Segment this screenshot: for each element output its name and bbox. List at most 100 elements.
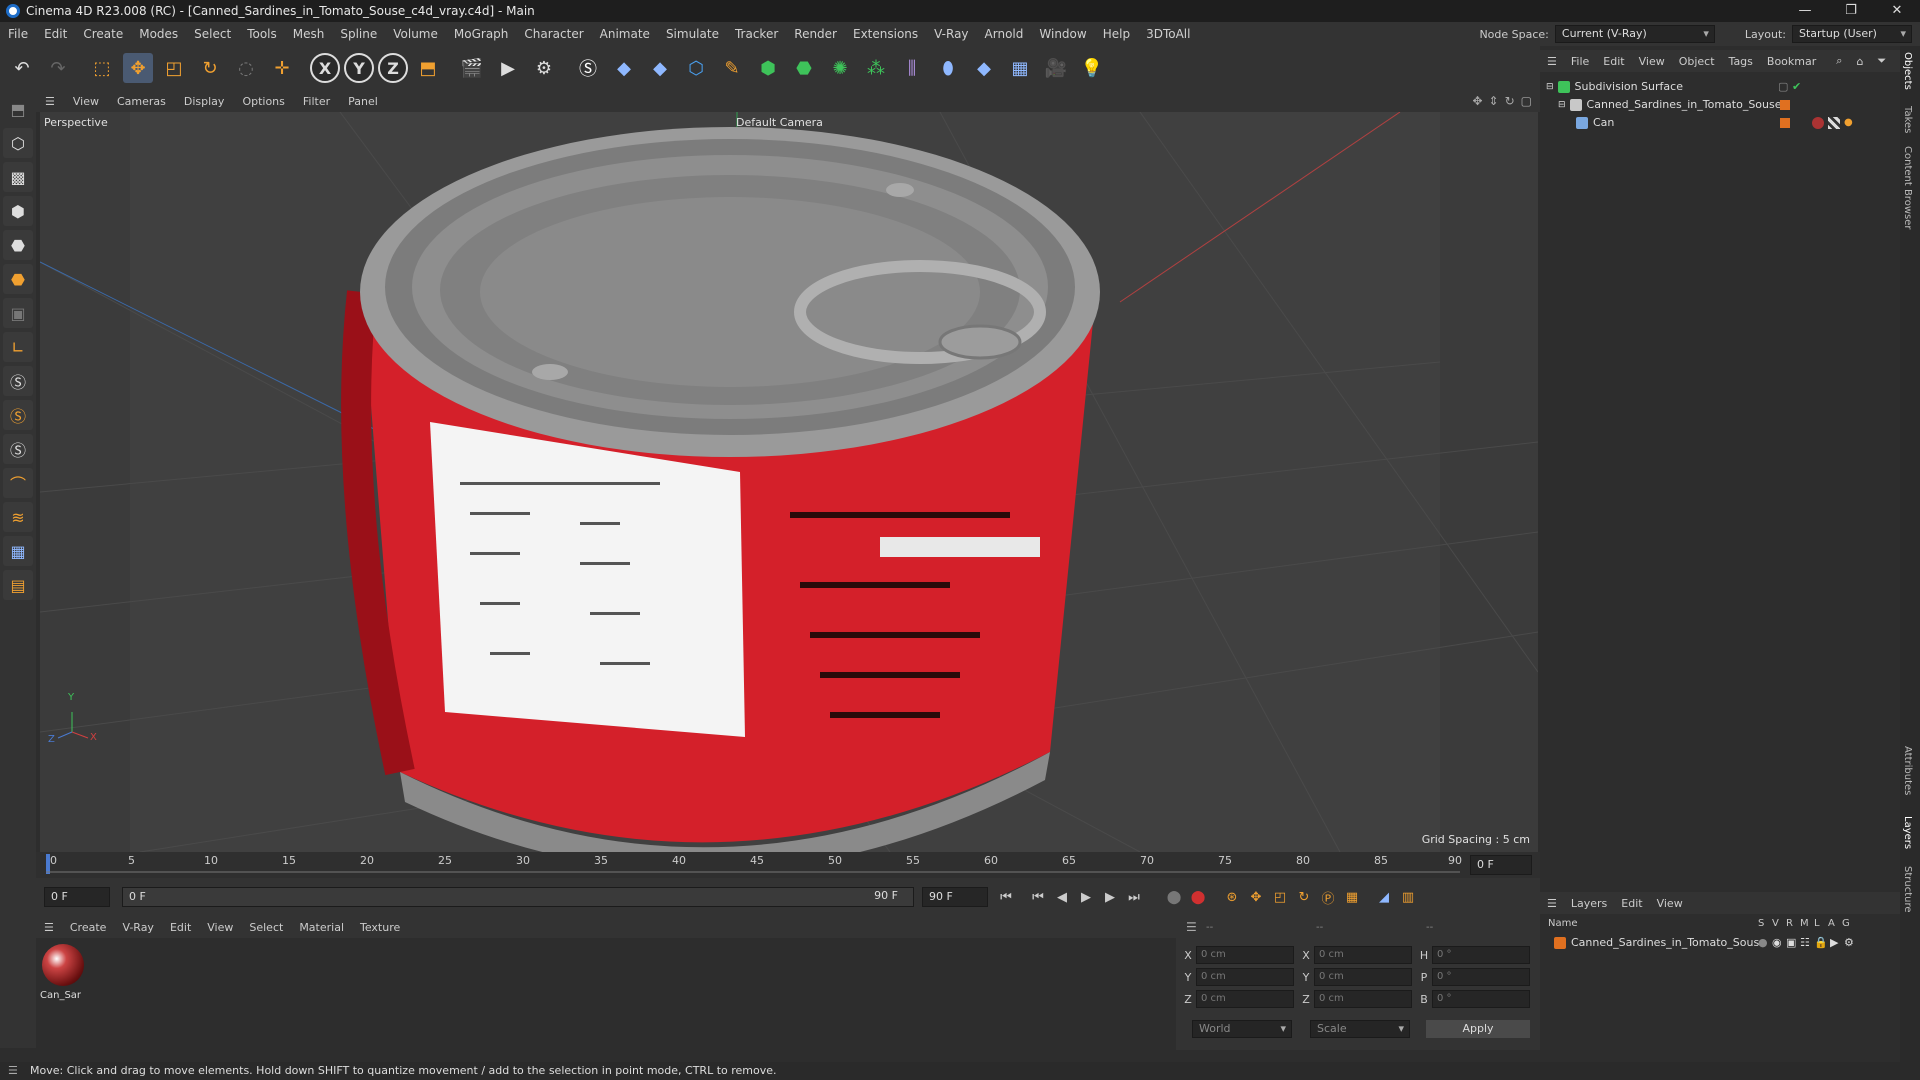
collapse-icon[interactable]: ⊟ (1558, 100, 1566, 110)
coords-hamburger-icon[interactable]: ☰ (1186, 920, 1197, 934)
material-menu-select[interactable]: Select (241, 921, 291, 934)
render-view-icon[interactable]: ▶ (493, 53, 523, 83)
object-enabled-check-icon[interactable]: ✔ (1792, 80, 1801, 93)
menu-3dtoall[interactable]: 3DToAll (1138, 27, 1198, 41)
layer-menu-view[interactable]: View (1650, 897, 1690, 910)
object-row-sardines[interactable]: ⊟ Canned_Sardines_in_Tomato_Souse (1558, 98, 1888, 111)
preview-range-slider[interactable]: 0 F (122, 887, 914, 907)
polygons-mode-icon[interactable]: ⬣ (3, 264, 33, 294)
texture-mode-icon[interactable]: ▩ (3, 162, 33, 192)
lock-workplane-icon[interactable]: ▤ (3, 570, 33, 600)
field-icon[interactable]: ⬮ (933, 53, 963, 83)
phong-tag-icon[interactable]: ● (1844, 117, 1853, 128)
texture-tag-icon[interactable] (1828, 116, 1840, 129)
menu-tools[interactable]: Tools (239, 27, 285, 41)
layer-animation-icon[interactable]: ▶ (1830, 936, 1838, 949)
menu-edit[interactable]: Edit (36, 27, 75, 41)
current-frame-field[interactable]: 0 F (1470, 855, 1532, 875)
material-menu-vray[interactable]: V-Ray (114, 921, 162, 934)
collapse-icon[interactable]: ⊟ (1546, 82, 1554, 92)
motion-system-icon[interactable]: ◢ (1372, 885, 1396, 909)
key-rotation-icon[interactable]: ↻ (1292, 885, 1316, 909)
scale-tool-icon[interactable]: ◰ (159, 53, 189, 83)
orbit-view-icon[interactable]: ↻ (1505, 94, 1515, 108)
menu-animate[interactable]: Animate (592, 27, 658, 41)
vray-logo-icon[interactable]: Ⓢ (573, 53, 603, 83)
y-axis-lock-button[interactable]: Y (344, 53, 374, 83)
next-key-icon[interactable]: ⏭ (1122, 885, 1146, 909)
menu-help[interactable]: Help (1095, 27, 1138, 41)
autokey-icon[interactable]: ⬤ (1186, 885, 1210, 909)
object-filter-icon[interactable]: ⏷ (1870, 54, 1893, 68)
maximize-view-icon[interactable]: ▢ (1521, 94, 1532, 108)
apply-button[interactable]: Apply (1426, 1020, 1530, 1038)
goto-start-icon[interactable]: ⏮ (994, 885, 1018, 909)
rot-h-field[interactable]: 0 ° (1432, 946, 1530, 964)
floor-icon[interactable]: ▦ (1005, 53, 1035, 83)
python-script-icon[interactable]: ◆ (609, 53, 639, 83)
python-script-2-icon[interactable]: ◆ (645, 53, 675, 83)
object-menu-edit[interactable]: Edit (1596, 55, 1631, 68)
layout-select[interactable]: Startup (User) (1792, 25, 1912, 43)
snap-3d-icon[interactable]: Ⓢ (3, 434, 33, 464)
tab-takes[interactable]: Takes (1902, 106, 1913, 133)
menu-window[interactable]: Window (1031, 27, 1094, 41)
layer-visible-icon[interactable]: ◉ (1772, 936, 1782, 949)
preview-end-field[interactable]: 90 F (844, 887, 904, 907)
live-selection-icon[interactable]: ⬚ (87, 53, 117, 83)
material-menu-create[interactable]: Create (62, 921, 115, 934)
subdivision-icon[interactable]: ⬢ (753, 53, 783, 83)
layer-menu-edit[interactable]: Edit (1614, 897, 1649, 910)
minimize-button[interactable]: — (1782, 0, 1828, 22)
material-menu-view[interactable]: View (199, 921, 241, 934)
layer-manager-icon[interactable]: ☷ (1800, 936, 1810, 949)
3d-viewport[interactable]: Perspective Default Camera Grid Spacing … (40, 112, 1538, 852)
snap-icon[interactable]: Ⓢ (3, 366, 33, 396)
layer-solo-icon[interactable]: ● (1758, 936, 1768, 949)
tab-layers[interactable]: Layers (1902, 816, 1913, 849)
menu-simulate[interactable]: Simulate (658, 27, 727, 41)
menu-mograph[interactable]: MoGraph (446, 27, 517, 41)
node-space-select[interactable]: Current (V-Ray) (1554, 25, 1715, 43)
material-tag-icon[interactable] (1812, 116, 1824, 129)
pos-x-field[interactable]: 0 cm (1196, 946, 1294, 964)
end-frame-field[interactable]: 90 F (922, 887, 988, 907)
object-menu-bookmarks[interactable]: Bookmar (1760, 55, 1823, 68)
pen-spline-icon[interactable]: ✎ (717, 53, 747, 83)
record-icon[interactable]: ⬤ (1162, 885, 1186, 909)
uv-mode-icon[interactable]: ▣ (3, 298, 33, 328)
layer-lock-icon[interactable]: 🔒 (1814, 936, 1828, 949)
prev-frame-icon[interactable]: ◀ (1050, 885, 1074, 909)
menu-modes[interactable]: Modes (131, 27, 186, 41)
model-mode-icon[interactable]: ⬡ (3, 128, 33, 158)
redo-icon[interactable]: ↷ (43, 53, 73, 83)
points-mode-icon[interactable]: ⬢ (3, 196, 33, 226)
material-menu-material[interactable]: Material (291, 921, 352, 934)
deformer-icon[interactable]: ⫼ (897, 53, 927, 83)
viewport-camera-label[interactable]: Default Camera (736, 116, 823, 129)
rot-p-field[interactable]: 0 ° (1432, 968, 1530, 986)
menu-arnold[interactable]: Arnold (977, 27, 1032, 41)
mograph-icon[interactable]: ⁂ (861, 53, 891, 83)
key-param-icon[interactable]: Ⓟ (1316, 885, 1340, 909)
tab-objects[interactable]: Objects (1902, 52, 1913, 90)
layer-render-icon[interactable]: ▣ (1786, 936, 1796, 949)
object-search-icon[interactable]: ⌕ (1829, 54, 1849, 68)
z-axis-lock-button[interactable]: Z (378, 53, 408, 83)
tab-structure[interactable]: Structure (1902, 866, 1913, 913)
coordinate-system-icon[interactable]: ⬒ (413, 53, 443, 83)
material-name[interactable]: Can_Sar (40, 990, 81, 1001)
pan-view-icon[interactable]: ✥ (1472, 94, 1482, 108)
material-menu-edit[interactable]: Edit (162, 921, 199, 934)
viewport-hamburger-icon[interactable]: ☰ (36, 95, 64, 108)
rot-b-field[interactable]: 0 ° (1432, 990, 1530, 1008)
grid-icon[interactable]: ▦ (3, 536, 33, 566)
prev-key-icon[interactable]: ⏮ (1026, 885, 1050, 909)
menu-character[interactable]: Character (516, 27, 591, 41)
timeline-ruler[interactable]: 0 5 10 15 20 25 30 35 40 45 50 55 60 65 … (36, 852, 1540, 878)
coord-mode-select[interactable]: World (1192, 1020, 1292, 1038)
menu-extensions[interactable]: Extensions (845, 27, 926, 41)
axis-mode-icon[interactable]: ∟ (3, 332, 33, 362)
workplane-icon[interactable]: ≋ (3, 502, 33, 532)
x-axis-lock-button[interactable]: X (310, 53, 340, 83)
